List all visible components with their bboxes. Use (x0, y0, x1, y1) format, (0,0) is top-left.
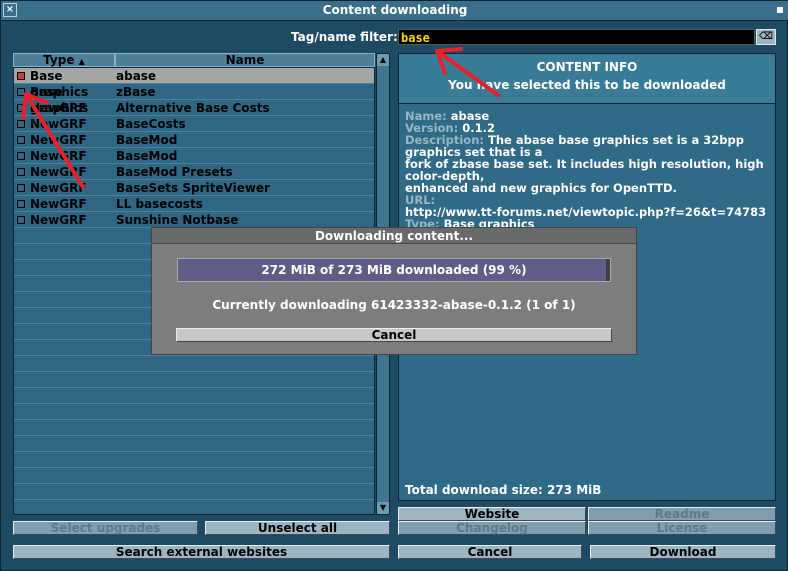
list-item-type: NewGRF (30, 117, 87, 131)
downloading-dialog-title[interactable]: Downloading content... (152, 228, 636, 244)
checkbox-icon[interactable] (17, 88, 25, 96)
empty-list-row (14, 388, 374, 404)
clear-filter-icon[interactable]: ⌫ (756, 29, 776, 45)
column-header-name[interactable]: Name (115, 53, 375, 67)
empty-list-row (14, 500, 374, 514)
list-item-type: NewGRF (30, 149, 87, 163)
window-title: Content downloading (322, 3, 468, 17)
empty-list-row (14, 372, 374, 388)
checkbox-icon[interactable] (17, 168, 25, 176)
list-item[interactable]: NewGRF BaseSets SpriteViewer (14, 180, 374, 196)
checkbox-icon[interactable] (17, 184, 25, 192)
list-item[interactable]: NewGRF BaseMod Presets (14, 164, 374, 180)
cancel-button[interactable]: Cancel (398, 545, 582, 559)
list-item-name: BaseMod Presets (116, 165, 233, 179)
content-info-heading: CONTENT INFO (536, 60, 638, 74)
list-item-name: zBase (116, 85, 156, 99)
checkbox-icon[interactable] (17, 104, 25, 112)
scroll-up-icon[interactable]: ▲ (377, 54, 389, 66)
checkbox-icon[interactable] (17, 136, 25, 144)
empty-list-row (14, 404, 374, 420)
scroll-down-icon[interactable]: ▼ (377, 502, 389, 514)
list-item[interactable]: Base graphics abase (14, 68, 374, 99)
list-item-type: NewGRF (30, 101, 87, 115)
filter-label: Tag/name filter: (291, 30, 398, 44)
readme-button[interactable]: Readme (588, 507, 776, 521)
list-item-type: NewGRF (30, 213, 87, 227)
title-bar[interactable]: × Content downloading ▪ (1, 1, 788, 21)
list-item-name: BaseMod (116, 133, 178, 147)
list-item-name: BaseMod (116, 149, 178, 163)
column-header-name-label: Name (225, 53, 265, 67)
list-item-name: BaseSets SpriteViewer (116, 181, 270, 195)
list-item[interactable]: NewGRF Alternative Base Costs (14, 100, 374, 116)
downloading-dialog: Downloading content... 272 MiB of 273 Mi… (151, 227, 637, 355)
column-header-type-label: Type (43, 53, 75, 67)
sort-ascending-icon: ▲ (78, 57, 85, 66)
sticky-icon[interactable]: ▪ (773, 3, 787, 17)
list-item[interactable]: NewGRF BaseCosts (14, 116, 374, 132)
website-button[interactable]: Website (398, 507, 586, 521)
checkbox-checked-icon[interactable] (17, 72, 25, 80)
list-item-name: Sunshine Notbase (116, 213, 239, 227)
column-header-type[interactable]: Type ▲ (13, 53, 115, 67)
checkbox-icon[interactable] (17, 200, 25, 208)
dialog-cancel-button[interactable]: Cancel (176, 328, 612, 342)
filter-input[interactable]: base (398, 29, 755, 45)
checkbox-icon[interactable] (17, 120, 25, 128)
empty-list-row (14, 436, 374, 452)
list-item[interactable]: NewGRF BaseMod (14, 148, 374, 164)
info-description-line2: fork of zbase base set. It includes high… (405, 157, 764, 183)
list-item-type: NewGRF (30, 133, 87, 147)
list-item-type: NewGRF (30, 165, 87, 179)
content-info-status: You have selected this to be downloaded (448, 78, 726, 92)
list-item-name: LL basecosts (116, 197, 203, 211)
empty-list-row (14, 484, 374, 500)
download-button[interactable]: Download (590, 545, 776, 559)
empty-list-row (14, 420, 374, 436)
list-item-name: BaseCosts (116, 117, 186, 131)
empty-list-row (14, 468, 374, 484)
list-item-type: NewGRF (30, 181, 87, 195)
list-item[interactable]: NewGRF BaseMod (14, 132, 374, 148)
unselect-all-button[interactable]: Unselect all (205, 521, 390, 535)
content-info-body: Name: abase Version: 0.1.2 Description: … (405, 110, 773, 228)
list-item-name: abase (116, 69, 157, 83)
checkbox-icon[interactable] (17, 152, 25, 160)
search-external-websites-button[interactable]: Search external websites (13, 545, 390, 559)
info-description-line3: enhanced and new graphics for OpenTTD. (405, 181, 677, 195)
download-status-text: Currently downloading 61423332-abase-0.1… (212, 298, 576, 312)
empty-list-row (14, 452, 374, 468)
content-download-window: × Content downloading ▪ Tag/name filter:… (0, 0, 788, 571)
changelog-button[interactable]: Changelog (398, 521, 586, 535)
list-item[interactable]: NewGRF LL basecosts (14, 196, 374, 212)
total-download-size: Total download size: 273 MiB (405, 483, 602, 497)
empty-list-row (14, 356, 374, 372)
content-info-header: CONTENT INFO You have selected this to b… (399, 54, 775, 104)
download-progress-bar: 272 MiB of 273 MiB downloaded (99 %) (177, 258, 611, 282)
license-button[interactable]: License (588, 521, 776, 535)
checkbox-icon[interactable] (17, 216, 25, 224)
download-progress-text: 272 MiB of 273 MiB downloaded (99 %) (261, 263, 527, 277)
list-item[interactable]: NewGRF Sunshine Notbase (14, 212, 374, 228)
list-item-type: NewGRF (30, 197, 87, 211)
select-upgrades-button[interactable]: Select upgrades (13, 521, 198, 535)
list-item-name: Alternative Base Costs (116, 101, 270, 115)
list-item[interactable]: Base graphics zBase (14, 84, 374, 115)
